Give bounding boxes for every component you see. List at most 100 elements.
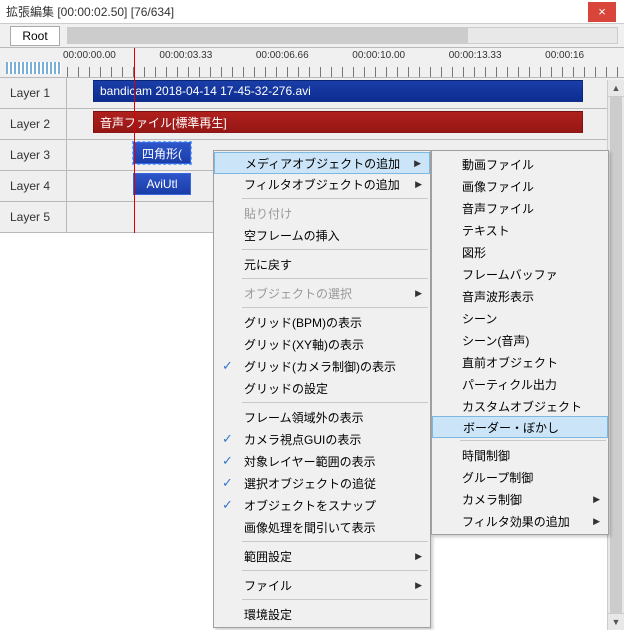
menu-item-label: カメラ視点GUIの表示 bbox=[244, 431, 361, 448]
menu-item: オブジェクトの選択 ▶ bbox=[214, 282, 430, 304]
layer-track[interactable]: bandicam 2018-04-14 17-45-32-276.avi bbox=[67, 78, 624, 108]
menu-item[interactable]: 空フレームの挿入 bbox=[214, 224, 430, 246]
chevron-right-icon: ▶ bbox=[593, 516, 600, 527]
menu-item-label: フレームバッファ bbox=[462, 266, 558, 283]
menu-item[interactable]: フレームバッファ bbox=[432, 263, 608, 285]
menu-item[interactable]: メディアオブジェクトの追加▶ bbox=[214, 152, 430, 174]
submenu-media-object[interactable]: 動画ファイル画像ファイル音声ファイルテキスト図形フレームバッファ音声波形表示シー… bbox=[431, 150, 609, 535]
menu-item-label: テキスト bbox=[462, 222, 510, 239]
layer-row: Layer 1 bandicam 2018-04-14 17-45-32-276… bbox=[0, 78, 624, 109]
tickmarks bbox=[67, 67, 618, 77]
menu-item-label: 画像処理を間引いて表示 bbox=[244, 519, 376, 536]
menu-item[interactable]: ボーダー・ぼかし bbox=[432, 416, 608, 438]
menu-item-label: 対象レイヤー範囲の表示 bbox=[244, 453, 376, 470]
menu-item-label: フレーム領域外の表示 bbox=[244, 409, 364, 426]
layer-row: Layer 2 音声ファイル[標準再生] bbox=[0, 109, 624, 140]
context-menu[interactable]: メディアオブジェクトの追加▶フィルタオブジェクトの追加▶貼り付け空フレームの挿入… bbox=[213, 150, 431, 628]
time-ruler[interactable]: 00:00:00.0000:00:03.3300:00:06.6600:00:1… bbox=[67, 48, 618, 77]
hscroll-thumb[interactable] bbox=[68, 28, 468, 43]
root-button[interactable]: Root bbox=[10, 26, 60, 46]
chevron-right-icon: ▶ bbox=[415, 288, 422, 299]
menu-item-label: フィルタオブジェクトの追加 bbox=[244, 176, 400, 193]
menu-item[interactable]: 動画ファイル bbox=[432, 153, 608, 175]
menu-item-label: 画像ファイル bbox=[462, 178, 534, 195]
playhead-line bbox=[134, 78, 135, 233]
menu-item-label: ボーダー・ぼかし bbox=[463, 419, 559, 436]
menu-item-label: グリッドの設定 bbox=[244, 380, 328, 397]
window-title: 拡張編集 [00:00:02.50] [76/634] bbox=[0, 3, 588, 20]
menu-item: 貼り付け bbox=[214, 202, 430, 224]
menu-item[interactable]: グループ制御 bbox=[432, 466, 608, 488]
menu-item[interactable]: フレーム領域外の表示 bbox=[214, 406, 430, 428]
menu-item[interactable]: グリッド(XY軸)の表示 bbox=[214, 333, 430, 355]
menu-item[interactable]: フィルタ効果の追加 ▶ bbox=[432, 510, 608, 532]
menu-item[interactable]: カメラ制御▶ bbox=[432, 488, 608, 510]
menu-item[interactable]: 範囲設定▶ bbox=[214, 545, 430, 567]
menu-separator bbox=[242, 278, 428, 279]
ruler-tick: 00:00:10.00 bbox=[352, 50, 405, 61]
menu-item[interactable]: ✓ カメラ視点GUIの表示 bbox=[214, 428, 430, 450]
menu-item-label: オブジェクトの選択 bbox=[244, 285, 352, 302]
menu-item[interactable]: 環境設定 bbox=[214, 603, 430, 625]
layer-track[interactable]: 音声ファイル[標準再生] bbox=[67, 109, 624, 139]
menu-item[interactable]: グリッドの設定 bbox=[214, 377, 430, 399]
ruler-tick: 00:00:16 bbox=[545, 50, 584, 61]
menu-separator bbox=[242, 599, 428, 600]
layer-label[interactable]: Layer 3 bbox=[0, 140, 67, 170]
timeline-clip[interactable]: 音声ファイル[標準再生] bbox=[93, 111, 583, 133]
layer-label[interactable]: Layer 5 bbox=[0, 202, 67, 232]
hscrollbar[interactable] bbox=[67, 27, 618, 44]
menu-item[interactable]: 音声波形表示 bbox=[432, 285, 608, 307]
menu-item[interactable]: 図形 bbox=[432, 241, 608, 263]
chevron-right-icon: ▶ bbox=[415, 580, 422, 591]
menu-item-label: シーン bbox=[462, 310, 497, 327]
menu-item[interactable]: ✓グリッド(カメラ制御)の表示 bbox=[214, 355, 430, 377]
chevron-right-icon: ▶ bbox=[593, 494, 600, 505]
menu-separator bbox=[242, 402, 428, 403]
menu-item[interactable]: ✓オブジェクトをスナップ bbox=[214, 494, 430, 516]
menu-item[interactable]: カスタムオブジェクト bbox=[432, 395, 608, 417]
menu-item[interactable]: フィルタオブジェクトの追加▶ bbox=[214, 173, 430, 195]
menu-item[interactable]: 時間制御 bbox=[432, 444, 608, 466]
menu-item-label: 範囲設定 bbox=[244, 548, 292, 565]
menu-item-label: フィルタ効果の追加 bbox=[462, 513, 570, 530]
menu-item[interactable]: シーン bbox=[432, 307, 608, 329]
menu-item-label: 音声ファイル bbox=[462, 200, 534, 217]
timeline-clip[interactable]: AviUtl bbox=[133, 173, 191, 195]
check-icon: ✓ bbox=[222, 431, 233, 447]
layer-label[interactable]: Layer 1 bbox=[0, 78, 67, 108]
menu-item[interactable]: ✓ 選択オブジェクトの追従 bbox=[214, 472, 430, 494]
menu-item[interactable]: 元に戻す bbox=[214, 253, 430, 275]
layer-label[interactable]: Layer 4 bbox=[0, 171, 67, 201]
toolbar: Root bbox=[0, 24, 624, 48]
layer-label[interactable]: Layer 2 bbox=[0, 109, 67, 139]
close-button[interactable]: × bbox=[588, 2, 616, 22]
menu-item[interactable]: 音声ファイル bbox=[432, 197, 608, 219]
frame-indicator bbox=[6, 62, 61, 74]
vscroll-thumb[interactable] bbox=[610, 97, 622, 613]
timeline-clip[interactable]: 四角形( bbox=[133, 142, 191, 164]
menu-item-label: パーティクル出力 bbox=[462, 376, 557, 393]
menu-item[interactable]: グリッド(BPM)の表示 bbox=[214, 311, 430, 333]
scroll-down-icon[interactable]: ▼ bbox=[608, 613, 624, 630]
menu-item[interactable]: パーティクル出力 bbox=[432, 373, 608, 395]
scroll-up-icon[interactable]: ▲ bbox=[608, 80, 624, 97]
menu-item-label: 空フレームの挿入 bbox=[244, 227, 340, 244]
timeline-clip[interactable]: bandicam 2018-04-14 17-45-32-276.avi bbox=[93, 80, 583, 102]
check-icon: ✓ bbox=[222, 475, 233, 491]
menu-item[interactable]: 画像ファイル bbox=[432, 175, 608, 197]
menu-item-label: 貼り付け bbox=[244, 205, 292, 222]
ruler-row: 00:00:00.0000:00:03.3300:00:06.6600:00:1… bbox=[0, 48, 624, 78]
menu-item-label: 図形 bbox=[462, 244, 486, 261]
menu-item-label: 選択オブジェクトの追従 bbox=[244, 475, 376, 492]
menu-item[interactable]: 直前オブジェクト bbox=[432, 351, 608, 373]
menu-item[interactable]: ✓ 対象レイヤー範囲の表示 bbox=[214, 450, 430, 472]
check-icon: ✓ bbox=[222, 453, 233, 469]
titlebar: 拡張編集 [00:00:02.50] [76/634] × bbox=[0, 0, 624, 24]
vscrollbar[interactable]: ▲ ▼ bbox=[607, 80, 624, 630]
menu-item[interactable]: シーン(音声) bbox=[432, 329, 608, 351]
menu-item[interactable]: テキスト bbox=[432, 219, 608, 241]
menu-item[interactable]: 画像処理を間引いて表示 bbox=[214, 516, 430, 538]
menu-item[interactable]: ファイル▶ bbox=[214, 574, 430, 596]
check-icon: ✓ bbox=[222, 497, 233, 513]
